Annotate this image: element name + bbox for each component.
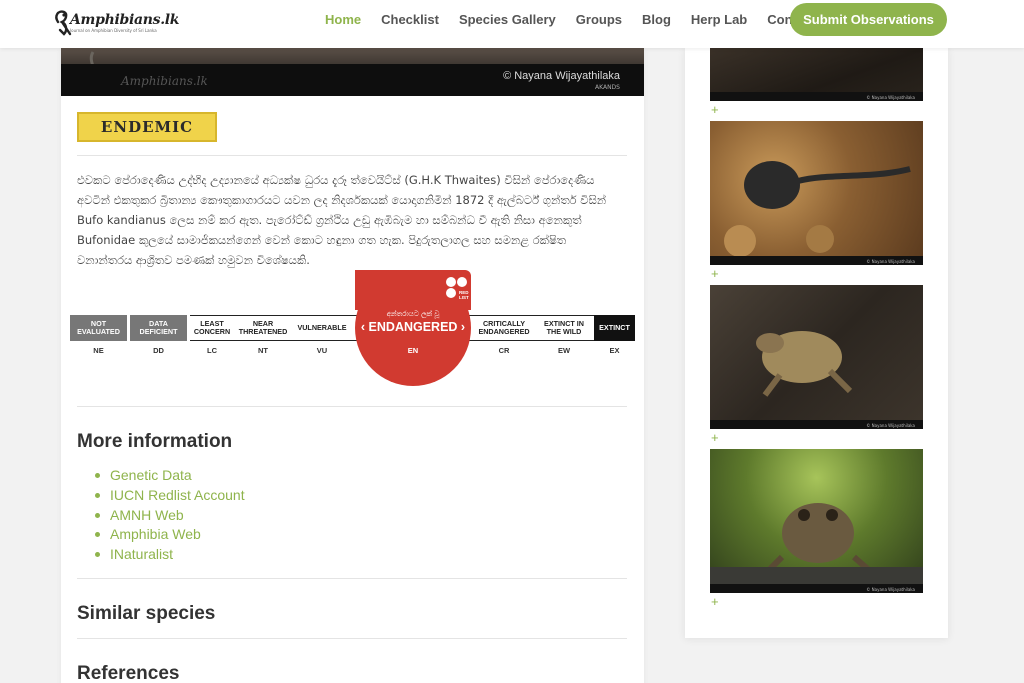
expand-plus-icon[interactable]: + <box>711 267 719 280</box>
expand-plus-icon[interactable]: + <box>711 431 719 444</box>
site-header: Amphibians.lk Journal on Amphibian Diver… <box>0 0 1024 48</box>
toad-front-illustration <box>710 503 923 593</box>
nav-home[interactable]: Home <box>325 12 361 27</box>
redlist-logo-icon: RED LIST <box>446 277 469 301</box>
nav-herp-lab[interactable]: Herp Lab <box>691 12 747 27</box>
hero-watermark: Amphibians.lk <box>121 74 208 88</box>
redlist-code-nt: NT <box>258 346 268 355</box>
species-content: Amphibians.lk © Nayana Wijayathilaka AKA… <box>61 48 644 683</box>
gallery-photo[interactable]: © Nayana Wijayathilaka <box>710 48 923 101</box>
divider <box>77 406 627 407</box>
link-amphibia-web[interactable]: Amphibia Web <box>95 525 245 545</box>
expand-plus-icon[interactable]: + <box>711 595 719 608</box>
gallery-photo[interactable]: © Nayana Wijayathilaka <box>710 449 923 593</box>
more-info-heading: More information <box>77 431 233 452</box>
svg-text:LIST: LIST <box>459 295 469 300</box>
nav-blog[interactable]: Blog <box>642 12 671 27</box>
redlist-cat-lc: LEAST CONCERN <box>193 319 231 336</box>
nav-species-gallery[interactable]: Species Gallery <box>459 12 556 27</box>
expand-plus-icon[interactable]: + <box>711 103 719 116</box>
redlist-selected-code: EN <box>407 346 419 355</box>
species-description: එවකට පේරාදෙණිය උද්භිද උද්‍යානයේ අධ්‍යක්ෂ… <box>77 173 607 267</box>
redlist-cat-dd: DATA DEFICIENT <box>130 315 187 341</box>
logo-tagline: Journal on Amphibian Diversity of Sri La… <box>70 28 157 33</box>
redlist-cat-nt: NEAR THREATENED <box>238 319 288 336</box>
references-heading: References <box>77 663 180 683</box>
divider <box>77 578 627 579</box>
redlist-code-cr: CR <box>498 346 510 355</box>
logo-text[interactable]: Amphibians.lk <box>70 12 180 28</box>
endemic-badge: ENDEMIC <box>77 112 217 142</box>
hero-image: Amphibians.lk © Nayana Wijayathilaka AKA… <box>61 48 644 96</box>
gallery-photo[interactable]: © Nayana Wijayathilaka <box>710 285 923 429</box>
redlist-code-ew: EW <box>557 346 571 355</box>
divider <box>77 155 627 156</box>
photo-gallery-sidebar: © Nayana Wijayathilaka + © Nayana Wijaya… <box>685 48 948 638</box>
toad-illustration <box>756 331 853 397</box>
redlist-code-dd: DD <box>153 346 164 355</box>
nav-groups[interactable]: Groups <box>576 12 622 27</box>
hero-photo-credit: © Nayana Wijayathilaka <box>503 70 620 82</box>
redlist-cat-ne: NOT EVALUATED <box>70 315 127 341</box>
chevron-right-icon: › <box>457 320 466 334</box>
photo-credit: © Nayana Wijayathilaka <box>866 587 915 592</box>
link-amnh-web[interactable]: AMNH Web <box>95 506 245 526</box>
redlist-code-vu: VU <box>316 346 328 355</box>
divider <box>77 638 627 639</box>
redlist-cat-ew: EXTINCT IN THE WILD <box>544 319 584 336</box>
photo-credit: © Nayana Wijayathilaka <box>866 423 915 428</box>
redlist-selected-label: ‹ ENDANGERED › <box>355 320 471 334</box>
link-inaturalist[interactable]: INaturalist <box>95 545 245 565</box>
hero-photo-code: AKANDS <box>595 84 620 91</box>
link-genetic-data[interactable]: Genetic Data <box>95 466 245 486</box>
similar-species-heading: Similar species <box>77 603 216 624</box>
photo-credit: © Nayana Wijayathilaka <box>866 95 915 100</box>
redlist-cat-cr: CRITICALLY ENDANGERED <box>478 319 530 336</box>
main-nav: Home Checklist Species Gallery Groups Bl… <box>325 12 836 27</box>
more-info-links: Genetic Data IUCN Redlist Account AMNH W… <box>95 466 245 565</box>
tadpole-illustration <box>724 161 911 257</box>
chevron-left-icon: ‹ <box>360 320 369 334</box>
redlist-selected-sinhala: අන්තරායට ලක් වූ <box>386 310 440 318</box>
redlist-code-lc: LC <box>207 346 217 355</box>
redlist-code-ne: NE <box>93 346 104 355</box>
redlist-cat-vu: VULNERABLE <box>297 323 347 332</box>
link-iucn-redlist[interactable]: IUCN Redlist Account <box>95 486 245 506</box>
redlist-code-ex: EX <box>609 346 620 355</box>
photo-credit: © Nayana Wijayathilaka <box>866 259 915 264</box>
submit-observations-button[interactable]: Submit Observations <box>790 3 947 36</box>
iucn-redlist-scale: NOT EVALUATED DATA DEFICIENT LEAST CONCE… <box>70 270 635 390</box>
gallery-photo[interactable]: © Nayana Wijayathilaka <box>710 121 923 265</box>
redlist-selected-name: ENDANGERED <box>368 320 458 334</box>
nav-checklist[interactable]: Checklist <box>381 12 439 27</box>
redlist-cat-ex: EXTINCT <box>594 315 635 341</box>
